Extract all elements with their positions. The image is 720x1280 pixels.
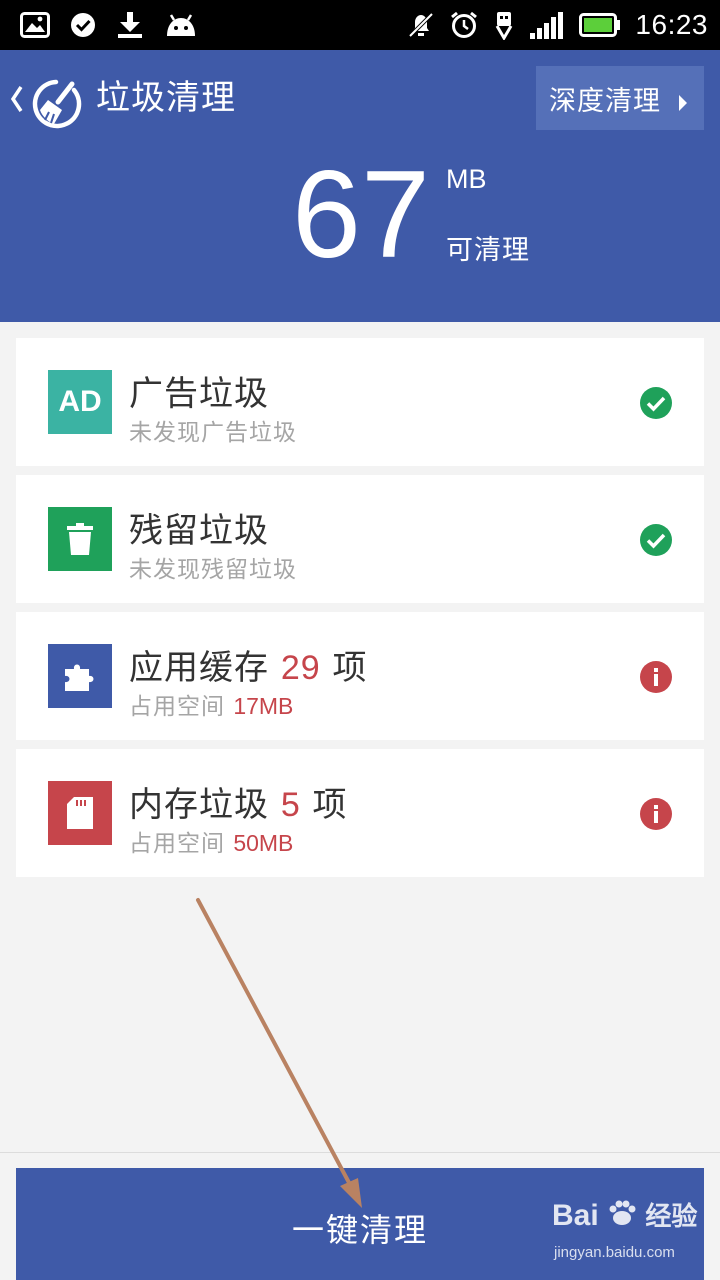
item-size: 17MB [233,693,294,719]
ad-icon: AD [48,370,112,434]
cleanable-amount: 67 [292,146,430,284]
back-button[interactable] [8,70,86,130]
info-icon [639,660,673,694]
signal-icon [529,11,565,39]
trash-icon [48,507,112,571]
download-icon [116,11,144,39]
check-circle-icon [639,386,673,420]
list-item-memory-junk[interactable]: 内存垃圾 5 项 占用空间 50MB [16,749,704,877]
item-size: 50MB [233,830,294,856]
image-icon [20,12,50,38]
list-item-residual-junk[interactable]: 残留垃圾 未发现残留垃圾 [16,475,704,603]
memory-card-icon [48,781,112,845]
chevron-right-icon [678,88,688,119]
status-bar-left [20,8,198,42]
status-time: 16:23 [635,9,708,40]
item-title: 广告垃圾 [129,374,269,414]
deep-clean-label: 深度清理 [549,85,661,117]
item-subtitle: 未发现广告垃圾 [129,420,297,446]
list-item-ad-junk[interactable]: AD 广告垃圾 未发现广告垃圾 [16,338,704,466]
broom-logo-icon [28,76,84,136]
item-title: 内存垃圾 5 项 [129,785,348,825]
chevron-left-icon [10,84,24,118]
info-icon [639,797,673,831]
item-title: 应用缓存 29 项 [129,648,368,688]
header: 垃圾清理 深度清理 67 MB 可清理 [0,50,720,322]
cleanable-caption: 可清理 [446,235,530,266]
item-count: 5 [280,786,301,824]
check-circle-icon [70,12,96,38]
puzzle-icon [48,644,112,708]
usb-icon [493,10,515,40]
item-subtitle: 占用空间 50MB [129,830,294,857]
clean-button-label: 一键清理 [291,1211,428,1249]
battery-icon [579,13,621,37]
paw-icon [607,1199,637,1235]
alarm-icon [449,11,479,39]
status-bar-right: 16:23 [407,8,708,42]
item-title: 残留垃圾 [129,511,269,551]
deep-clean-button[interactable]: 深度清理 [536,66,704,130]
check-circle-icon [639,523,673,557]
baidu-watermark: Bai 经验 jingyan.baidu.com [552,1199,698,1261]
item-subtitle: 未发现残留垃圾 [129,557,297,583]
android-icon [164,12,198,38]
page-title: 垃圾清理 [96,78,236,118]
mute-icon [407,11,435,39]
status-bar: 16:23 [0,0,720,50]
item-subtitle: 占用空间 17MB [129,693,294,720]
list-item-app-cache[interactable]: 应用缓存 29 项 占用空间 17MB [16,612,704,740]
item-count: 29 [280,649,321,687]
cleanable-unit: MB [446,164,487,194]
